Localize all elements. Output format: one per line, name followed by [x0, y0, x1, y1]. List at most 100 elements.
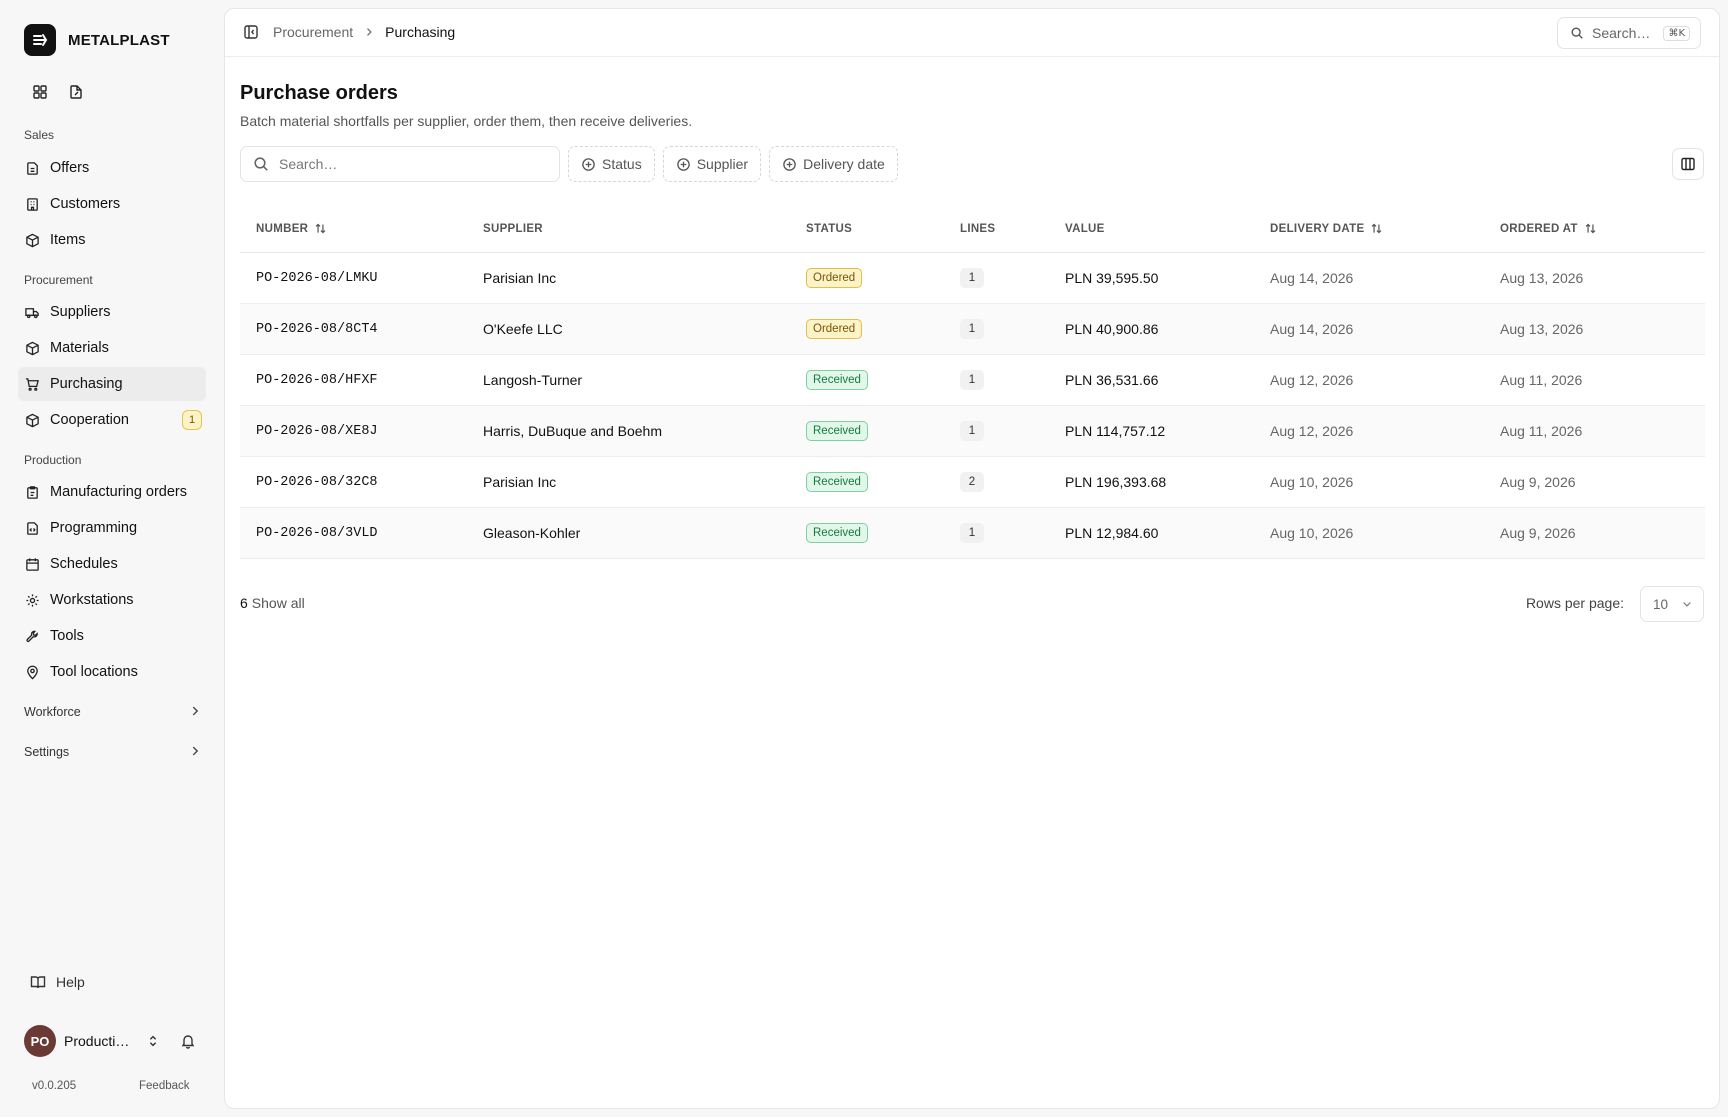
- column-header-number[interactable]: NUMBER: [240, 222, 483, 235]
- sidebar-item-label: Schedules: [50, 556, 118, 572]
- rows-per-page-select[interactable]: 10: [1640, 586, 1704, 622]
- sort-icon[interactable]: [1370, 222, 1383, 235]
- table-header: NUMBER SUPPLIER STATUS LINES VALUE DELIV…: [240, 205, 1705, 253]
- sidebar-item-schedules[interactable]: Schedules: [18, 547, 206, 581]
- bell-icon[interactable]: [180, 1033, 196, 1049]
- cell-ordered-at: Aug 9, 2026: [1500, 525, 1576, 541]
- sidebar-group-settings[interactable]: Settings: [24, 740, 202, 764]
- cell-number[interactable]: PO-2026-08/LMKU: [240, 271, 483, 286]
- cell-delivery-date: Aug 14, 2026: [1270, 270, 1354, 286]
- filter-label: Status: [602, 156, 642, 172]
- package-icon: [24, 412, 40, 428]
- cell-value: PLN 12,984.60: [1065, 525, 1159, 541]
- table-row[interactable]: PO-2026-08/HFXF Langosh-Turner Received 1 PL…: [240, 355, 1705, 406]
- sidebar-item-materials[interactable]: Materials: [18, 331, 206, 365]
- filter-delivery-date-button[interactable]: Delivery date: [769, 146, 898, 182]
- lines-count: 1: [960, 319, 984, 339]
- dashboard-icon[interactable]: [30, 82, 50, 102]
- sidebar-item-offers[interactable]: Offers: [18, 151, 206, 185]
- status-badge: Received: [806, 472, 868, 492]
- document-icon: [24, 160, 40, 176]
- cell-value: PLN 36,531.66: [1065, 372, 1159, 388]
- user-menu[interactable]: PO Producti…: [24, 1025, 202, 1057]
- breadcrumb: Procurement Purchasing: [273, 24, 455, 40]
- sidebar-item-items[interactable]: Items: [18, 223, 206, 257]
- sidebar-item-manufacturing-orders[interactable]: Manufacturing orders: [18, 475, 206, 509]
- cooperation-count-badge: 1: [182, 410, 202, 430]
- cell-lines: 1: [960, 421, 1065, 441]
- result-count-number: 6: [240, 595, 248, 611]
- nav-section-procurement: Procurement: [24, 273, 93, 287]
- global-search[interactable]: Search… ⌘K: [1557, 17, 1701, 49]
- chevron-right-icon: [188, 744, 202, 761]
- lines-count: 1: [960, 370, 984, 390]
- lines-count: 1: [960, 268, 984, 288]
- package-icon: [24, 340, 40, 356]
- cell-lines: 1: [960, 523, 1065, 543]
- status-badge: Ordered: [806, 268, 863, 288]
- cell-number[interactable]: PO-2026-08/XE8J: [240, 424, 483, 439]
- sidebar-toggle-icon[interactable]: [243, 24, 259, 40]
- filter-supplier-button[interactable]: Supplier: [662, 146, 762, 182]
- cell-status: Received: [806, 370, 960, 390]
- sidebar-item-programming[interactable]: Programming: [18, 511, 206, 545]
- cell-number[interactable]: PO-2026-08/8CT4: [240, 322, 483, 337]
- chevron-right-icon: [188, 704, 202, 721]
- result-count: 6 Show all: [240, 595, 305, 611]
- sidebar-item-workstations[interactable]: Workstations: [18, 583, 206, 617]
- feedback-link[interactable]: Feedback: [139, 1080, 190, 1092]
- user-name: Producti…: [64, 1033, 130, 1049]
- sidebar-item-cooperation[interactable]: Cooperation 1: [18, 403, 206, 437]
- clipboard-icon: [24, 484, 40, 500]
- sort-icon[interactable]: [314, 222, 327, 235]
- cell-value: PLN 39,595.50: [1065, 270, 1159, 286]
- table-row[interactable]: PO-2026-08/3VLD Gleason-Kohler Received 1 PL…: [240, 508, 1705, 559]
- table-row[interactable]: PO-2026-08/8CT4 O'Keefe LLC Ordered 1 PLN 40…: [240, 304, 1705, 355]
- table-row[interactable]: PO-2026-08/32C8 Parisian Inc Received 2 PLN …: [240, 457, 1705, 508]
- table-row[interactable]: PO-2026-08/XE8J Harris, DuBuque and Boehm…: [240, 406, 1705, 457]
- topbar: Procurement Purchasing Search… ⌘K: [225, 9, 1719, 57]
- sidebar-item-suppliers[interactable]: Suppliers: [18, 295, 206, 329]
- chevrons-up-down-icon[interactable]: [146, 1034, 160, 1048]
- book-icon: [30, 974, 46, 990]
- main-panel: Procurement Purchasing Search… ⌘K Purcha…: [224, 8, 1720, 1109]
- filter-status-button[interactable]: Status: [568, 146, 655, 182]
- lines-count: 1: [960, 523, 984, 543]
- cell-delivery-date: Aug 10, 2026: [1270, 474, 1354, 490]
- cell-supplier: Gleason-Kohler: [483, 525, 581, 541]
- cell-status: Received: [806, 523, 960, 543]
- document-edit-icon[interactable]: [66, 82, 86, 102]
- cell-ordered-at: Aug 9, 2026: [1500, 474, 1576, 490]
- table-row[interactable]: PO-2026-08/LMKU Parisian Inc Ordered 1 PLN 3…: [240, 253, 1705, 304]
- cell-number[interactable]: PO-2026-08/32C8: [240, 475, 483, 490]
- breadcrumb-procurement[interactable]: Procurement: [273, 24, 353, 40]
- search-input[interactable]: [279, 156, 529, 172]
- filter-label: Delivery date: [803, 156, 885, 172]
- sidebar-group-label: Settings: [24, 745, 70, 759]
- status-badge: Received: [806, 370, 868, 390]
- rows-per-page-value: 10: [1653, 596, 1669, 612]
- sidebar-item-tool-locations[interactable]: Tool locations: [18, 655, 206, 689]
- table-search[interactable]: [240, 146, 560, 182]
- cell-number[interactable]: PO-2026-08/3VLD: [240, 526, 483, 541]
- sort-icon[interactable]: [1584, 222, 1597, 235]
- sidebar-item-customers[interactable]: Customers: [18, 187, 206, 221]
- cell-value: PLN 196,393.68: [1065, 474, 1167, 490]
- show-all-link[interactable]: Show all: [252, 595, 305, 611]
- cell-delivery-date: Aug 12, 2026: [1270, 423, 1354, 439]
- search-icon: [1570, 26, 1584, 40]
- brand[interactable]: METALPLAST: [24, 24, 170, 56]
- sidebar-item-tools[interactable]: Tools: [18, 619, 206, 653]
- sidebar-item-purchasing[interactable]: Purchasing: [18, 367, 206, 401]
- sidebar-group-workforce[interactable]: Workforce: [24, 700, 202, 724]
- help-label: Help: [56, 974, 85, 990]
- column-header-delivery-date[interactable]: DELIVERY DATE: [1270, 222, 1500, 235]
- lines-count: 2: [960, 472, 984, 492]
- cell-number[interactable]: PO-2026-08/HFXF: [240, 373, 483, 388]
- search-shortcut: ⌘K: [1663, 25, 1690, 41]
- cell-delivery-date: Aug 12, 2026: [1270, 372, 1354, 388]
- cell-ordered-at: Aug 13, 2026: [1500, 270, 1584, 286]
- columns-toggle-button[interactable]: [1672, 148, 1704, 180]
- help-link[interactable]: Help: [30, 974, 85, 990]
- column-header-ordered-at[interactable]: ORDERED AT: [1500, 222, 1705, 235]
